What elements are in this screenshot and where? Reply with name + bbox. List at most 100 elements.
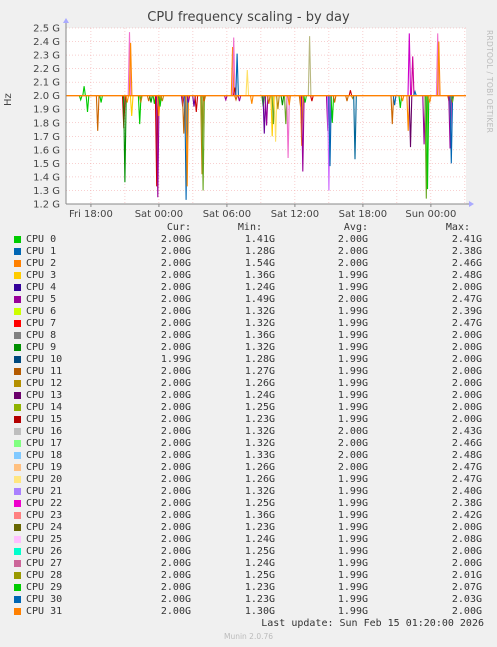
legend-min-value: 1.54G bbox=[244, 258, 275, 269]
legend-avg-value: 2.00G bbox=[337, 450, 368, 461]
legend-min-value: 1.26G bbox=[244, 474, 275, 485]
legend-cur-value: 2.00G bbox=[160, 390, 191, 401]
legend-cpu-name: CPU 4 bbox=[26, 282, 57, 293]
legend-row: CPU 4 2.00G 1.24G 1.99G 2.00G bbox=[0, 282, 497, 294]
legend-cur-value: 2.00G bbox=[160, 414, 191, 425]
legend-header-max: Max: bbox=[445, 222, 470, 233]
legend-max-value: 2.48G bbox=[451, 450, 482, 461]
legend-swatch bbox=[14, 332, 21, 339]
legend-avg-value: 2.00G bbox=[337, 294, 368, 305]
legend-swatch bbox=[14, 488, 21, 495]
legend-avg-value: 1.99G bbox=[337, 342, 368, 353]
legend-cur-value: 2.00G bbox=[160, 522, 191, 533]
legend-max-value: 2.48G bbox=[451, 270, 482, 281]
legend-swatch bbox=[14, 320, 21, 327]
legend-max-value: 2.47G bbox=[451, 318, 482, 329]
legend-max-value: 2.42G bbox=[451, 510, 482, 521]
legend-swatch bbox=[14, 452, 21, 459]
legend-avg-value: 1.99G bbox=[337, 558, 368, 569]
legend-cur-value: 2.00G bbox=[160, 558, 191, 569]
legend-min-value: 1.23G bbox=[244, 594, 275, 605]
x-axis-ticks: Fri 18:00 Sat 00:00 Sat 06:00 Sat 12:00 Sat … bbox=[69, 204, 456, 220]
last-update: Last update: Sun Feb 15 01:20:00 2026 bbox=[261, 618, 484, 629]
legend-swatch bbox=[14, 512, 21, 519]
legend-avg-value: 2.00G bbox=[337, 234, 368, 245]
legend-cur-value: 2.00G bbox=[160, 462, 191, 473]
legend-avg-value: 1.99G bbox=[337, 510, 368, 521]
legend-cur-value: 2.00G bbox=[160, 342, 191, 353]
legend-swatch bbox=[14, 416, 21, 423]
legend-max-value: 2.00G bbox=[451, 354, 482, 365]
legend-max-value: 2.01G bbox=[451, 570, 482, 581]
legend-max-value: 2.38G bbox=[451, 498, 482, 509]
legend-cur-value: 2.00G bbox=[160, 570, 191, 581]
legend-cpu-name: CPU 7 bbox=[26, 318, 57, 329]
legend-cur-value: 2.00G bbox=[160, 306, 191, 317]
legend-max-value: 2.00G bbox=[451, 390, 482, 401]
legend-avg-value: 1.99G bbox=[337, 582, 368, 593]
legend-avg-value: 1.99G bbox=[337, 414, 368, 425]
legend-avg-value: 1.99G bbox=[337, 534, 368, 545]
legend-row: CPU 11 2.00G 1.27G 1.99G 2.00G bbox=[0, 366, 497, 378]
legend-cur-value: 2.00G bbox=[160, 426, 191, 437]
legend-row: CPU 26 2.00G 1.25G 1.99G 2.00G bbox=[0, 546, 497, 558]
legend-cpu-name: CPU 22 bbox=[26, 498, 63, 509]
legend-max-value: 2.46G bbox=[451, 438, 482, 449]
legend-cpu-name: CPU 26 bbox=[26, 546, 63, 557]
legend-min-value: 1.25G bbox=[244, 570, 275, 581]
y-tick-label: 1.3 G bbox=[33, 186, 60, 197]
legend-cpu-name: CPU 29 bbox=[26, 582, 63, 593]
y-tick-label: 2.0 G bbox=[33, 91, 60, 102]
y-tick-label: 1.8 G bbox=[33, 118, 60, 129]
legend-cpu-name: CPU 14 bbox=[26, 402, 63, 413]
legend-max-value: 2.00G bbox=[451, 378, 482, 389]
y-axis-ticks: 2.5 G 2.4 G 2.3 G 2.2 G 2.1 G 2.0 G 1.9 G 1.8 G… bbox=[33, 24, 60, 211]
legend-max-value: 2.46G bbox=[451, 258, 482, 269]
legend-swatch bbox=[14, 440, 21, 447]
legend-cpu-name: CPU 10 bbox=[26, 354, 63, 365]
legend-swatch bbox=[14, 308, 21, 315]
legend-min-value: 1.32G bbox=[244, 342, 275, 353]
legend-min-value: 1.36G bbox=[244, 270, 275, 281]
legend-cur-value: 2.00G bbox=[160, 474, 191, 485]
legend-avg-value: 2.00G bbox=[337, 426, 368, 437]
legend-cur-value: 2.00G bbox=[160, 378, 191, 389]
legend-header-cur: Cur: bbox=[166, 222, 191, 233]
legend-min-value: 1.23G bbox=[244, 582, 275, 593]
legend-cpu-name: CPU 31 bbox=[26, 606, 63, 617]
legend-max-value: 2.39G bbox=[451, 306, 482, 317]
x-tick-label: Fri 18:00 bbox=[69, 209, 113, 220]
legend-max-value: 2.00G bbox=[451, 606, 482, 617]
legend-max-value: 2.38G bbox=[451, 246, 482, 257]
legend-row: CPU 30 2.00G 1.23G 1.99G 2.03G bbox=[0, 594, 497, 606]
legend-max-value: 2.00G bbox=[451, 342, 482, 353]
legend-cpu-name: CPU 2 bbox=[26, 258, 57, 269]
legend-row: CPU 25 2.00G 1.24G 1.99G 2.08G bbox=[0, 534, 497, 546]
legend-row: CPU 24 2.00G 1.23G 1.99G 2.00G bbox=[0, 522, 497, 534]
legend-row: CPU 27 2.00G 1.24G 1.99G 2.00G bbox=[0, 558, 497, 570]
legend-cpu-name: CPU 27 bbox=[26, 558, 63, 569]
x-tick-label: Sat 00:00 bbox=[135, 209, 183, 220]
legend-swatch bbox=[14, 236, 21, 243]
legend-swatch bbox=[14, 344, 21, 351]
cpu-frequency-chart: 2.5 G 2.4 G 2.3 G 2.2 G 2.1 G 2.0 G 1.9 G 1.8 G… bbox=[33, 18, 474, 220]
legend-max-value: 2.00G bbox=[451, 402, 482, 413]
legend-cpu-name: CPU 12 bbox=[26, 378, 63, 389]
legend-avg-value: 1.99G bbox=[337, 306, 368, 317]
legend-min-value: 1.33G bbox=[244, 450, 275, 461]
legend-avg-value: 1.99G bbox=[337, 522, 368, 533]
legend-min-value: 1.49G bbox=[244, 294, 275, 305]
legend-avg-value: 1.99G bbox=[337, 570, 368, 581]
y-tick-label: 1.6 G bbox=[33, 145, 60, 156]
legend-max-value: 2.00G bbox=[451, 366, 482, 377]
legend-max-value: 2.00G bbox=[451, 414, 482, 425]
legend-min-value: 1.26G bbox=[244, 378, 275, 389]
legend-row: CPU 3 2.00G 1.36G 1.99G 2.48G bbox=[0, 270, 497, 282]
legend-min-value: 1.32G bbox=[244, 426, 275, 437]
legend-cpu-name: CPU 24 bbox=[26, 522, 63, 533]
legend-swatch bbox=[14, 248, 21, 255]
y-tick-label: 2.2 G bbox=[33, 64, 60, 75]
legend-max-value: 2.40G bbox=[451, 486, 482, 497]
x-tick-label: Sun 00:00 bbox=[405, 209, 456, 220]
legend-cpu-name: CPU 8 bbox=[26, 330, 57, 341]
